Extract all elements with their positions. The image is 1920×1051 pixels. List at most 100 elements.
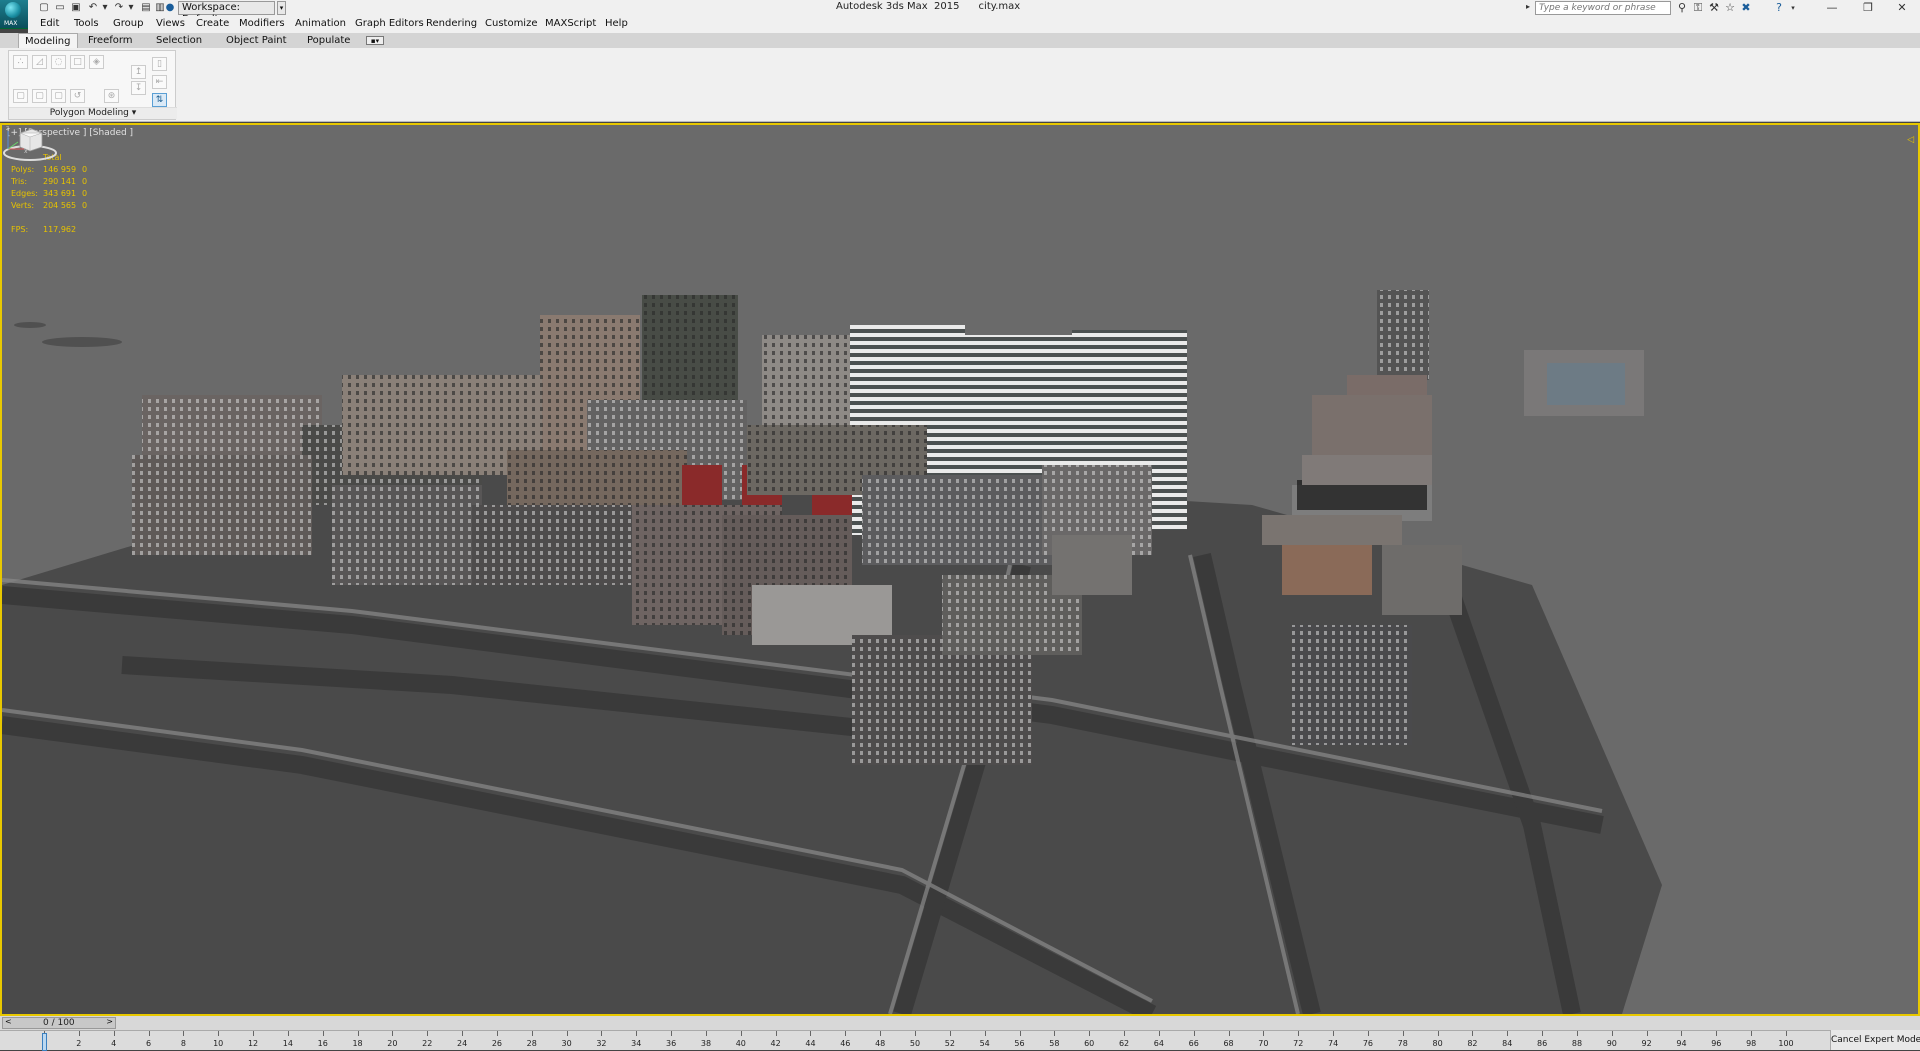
modify-mode-icon[interactable]: ▢ <box>13 89 28 103</box>
use-displace-icon[interactable]: ⊛ <box>104 89 119 103</box>
previous-frame-icon[interactable]: < <box>5 1017 12 1026</box>
menu-create[interactable]: Create <box>196 18 229 29</box>
timeline-tick-label: 4 <box>111 1039 117 1048</box>
timeline-tick <box>1786 1031 1787 1036</box>
undo-dropdown-icon[interactable]: ▾ <box>99 2 111 14</box>
menu-tools[interactable]: Tools <box>74 18 99 29</box>
workspace-dropdown[interactable]: Workspace: Default <box>178 1 275 25</box>
timeline-tick-label: 56 <box>1014 1039 1025 1048</box>
timeline-tick-label: 50 <box>909 1039 921 1048</box>
timeline-tick <box>1193 1031 1195 1036</box>
timeline-tick-label: 2 <box>76 1039 82 1048</box>
ribbon-tab-bar: Modeling Freeform Selection Object Paint… <box>0 33 1920 48</box>
timeline-tick <box>1333 1031 1335 1036</box>
timeline-tick <box>496 1031 498 1036</box>
help-dropdown-icon[interactable]: ▾ <box>1786 1 1800 15</box>
timeline-tick <box>1751 1031 1753 1036</box>
timeline-tick <box>1681 1031 1683 1036</box>
restore-icon[interactable]: ❐ <box>1850 0 1886 16</box>
timeline-tick-label: 58 <box>1049 1039 1060 1048</box>
workspace-extra-dropdown[interactable]: ▾ <box>277 1 286 15</box>
new-file-icon[interactable]: ▢ <box>38 2 50 14</box>
timeline-tick <box>845 1031 847 1036</box>
edge-mode-icon[interactable]: ◿ <box>32 55 47 69</box>
timeline-tick <box>183 1031 185 1036</box>
timeline-tick <box>566 1031 568 1036</box>
stats-label: Edges: <box>11 189 38 198</box>
save-icon[interactable]: ▣ <box>70 2 82 14</box>
border-mode-icon[interactable]: ◌ <box>51 55 66 69</box>
binoculars-icon[interactable]: ⚲ <box>1675 1 1689 15</box>
timeline-tick <box>1402 1031 1404 1036</box>
subscription-icon[interactable]: ⚒ <box>1707 1 1721 15</box>
timeline-tick-label: 22 <box>422 1039 433 1048</box>
app-menu-button[interactable]: MAX <box>0 0 28 29</box>
viewport-corner-icon[interactable]: ◁ <box>1907 135 1914 145</box>
time-slider[interactable]: < 0 / 100 > <box>2 1017 116 1029</box>
timeline-tick-label: 32 <box>596 1039 607 1048</box>
element-mode-icon[interactable]: ◈ <box>89 55 104 69</box>
undo-icon[interactable]: ↶ <box>87 2 99 14</box>
tab-object-paint[interactable]: Object Paint <box>220 33 293 48</box>
redo-dropdown-icon[interactable]: ▾ <box>125 2 137 14</box>
perspective-viewport[interactable]: [+] [Perspective ] [Shaded ] Total Polys… <box>0 123 1920 1016</box>
pin-stack-icon[interactable]: ⇤ <box>152 75 167 89</box>
preserve-uvs-icon[interactable]: ▢ <box>51 89 66 103</box>
timeline-tick <box>1576 1031 1578 1036</box>
stats-selected: 0 <box>82 177 88 186</box>
favorites-star-icon[interactable]: ☆ <box>1723 1 1737 15</box>
communication-center-icon[interactable]: ⚿ <box>1691 1 1705 15</box>
vertex-mode-icon[interactable]: ∴ <box>13 55 28 69</box>
project-folder-icon[interactable]: ▤ <box>140 2 152 14</box>
timeline-tick <box>1646 1031 1648 1036</box>
tab-populate[interactable]: Populate <box>301 33 356 48</box>
stats-total: 204 565 <box>43 201 77 210</box>
panel-title[interactable]: Polygon Modeling ▾ <box>9 107 177 119</box>
timeline-tick-label: 100 <box>1778 1039 1794 1048</box>
menu-group[interactable]: Group <box>113 18 143 29</box>
timeline-tick <box>1298 1031 1300 1036</box>
previous-modifier-icon[interactable]: ↥ <box>131 65 146 79</box>
svg-text:z: z <box>6 125 9 132</box>
polygon-mode-icon[interactable]: □ <box>70 55 85 69</box>
timeline-tick-label: 90 <box>1606 1039 1617 1048</box>
open-file-icon[interactable]: ▭ <box>54 2 66 14</box>
menu-views[interactable]: Views <box>156 18 185 29</box>
menu-graph-editors[interactable]: Graph Editors <box>355 18 424 29</box>
timeline-tick <box>357 1031 359 1036</box>
tab-modeling[interactable]: Modeling <box>18 33 78 48</box>
minimize-icon[interactable]: — <box>1814 0 1850 16</box>
menu-customize[interactable]: Customize <box>485 18 538 29</box>
timeline-tick <box>78 1031 80 1036</box>
tab-freeform[interactable]: Freeform <box>82 33 139 48</box>
search-input[interactable] <box>1535 1 1671 15</box>
settings-sphere-icon[interactable]: ● <box>164 2 176 14</box>
timeline-tick-label: 18 <box>352 1039 363 1048</box>
collapse-stack-icon[interactable]: ▢ <box>32 89 47 103</box>
timeline-tick <box>1089 1031 1091 1036</box>
next-frame-icon[interactable]: > <box>106 1017 113 1026</box>
close-icon[interactable]: ✕ <box>1884 0 1920 16</box>
tab-selection[interactable]: Selection <box>150 33 208 48</box>
menu-rendering[interactable]: Rendering <box>426 18 477 29</box>
repeat-last-icon[interactable]: ↺ <box>70 89 85 103</box>
menu-modifiers[interactable]: Modifiers <box>239 18 285 29</box>
cancel-expert-mode-button[interactable]: Cancel Expert Mode <box>1830 1030 1920 1050</box>
menu-edit[interactable]: Edit <box>40 18 59 29</box>
timeline-tick-label: 6 <box>145 1039 152 1048</box>
menu-help[interactable]: Help <box>605 18 628 29</box>
ribbon-minimize-toggle[interactable]: ▪▾ <box>366 36 384 45</box>
toggle-command-panel-icon[interactable]: ⇅ <box>152 93 167 107</box>
redo-icon[interactable]: ↷ <box>113 2 125 14</box>
search-expand-icon[interactable]: ▸ <box>1526 2 1530 11</box>
current-frame-marker[interactable] <box>42 1033 47 1051</box>
show-end-result-icon[interactable]: ▯ <box>152 57 167 71</box>
menu-animation[interactable]: Animation <box>295 18 346 29</box>
next-modifier-icon[interactable]: ↧ <box>131 81 146 95</box>
frame-track[interactable]: 0246810121416182022242628303234363840424… <box>0 1030 1830 1050</box>
timeline-tick-label: 78 <box>1397 1039 1408 1048</box>
timeline-tick-label: 30 <box>561 1039 572 1048</box>
exchange-x-icon[interactable]: ✖ <box>1739 1 1753 15</box>
menu-maxscript[interactable]: MAXScript <box>545 18 596 29</box>
help-icon[interactable]: ? <box>1772 1 1786 15</box>
